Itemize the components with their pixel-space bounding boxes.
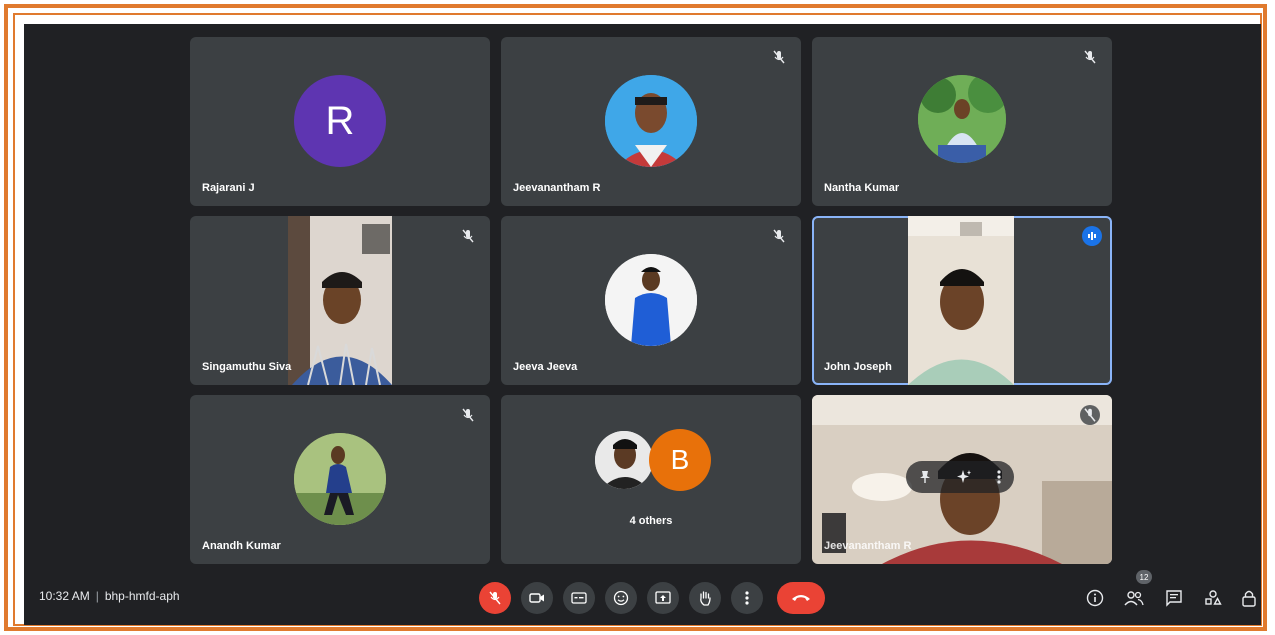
mic-off-icon — [462, 229, 474, 243]
mic-off-icon — [462, 408, 474, 422]
people-button[interactable] — [1123, 587, 1145, 609]
meeting-info: 10:32 AM | bhp-hmfd-aph — [39, 589, 180, 603]
pin-icon[interactable] — [918, 470, 932, 484]
present-icon — [655, 591, 671, 604]
host-controls-button[interactable] — [1238, 587, 1260, 609]
participant-video — [288, 216, 392, 385]
participant-name: Anandh Kumar — [202, 540, 281, 552]
info-icon — [1086, 589, 1104, 607]
participant-name: John Joseph — [824, 361, 892, 373]
avatar — [595, 431, 653, 489]
others-count-label: 4 others — [629, 515, 673, 527]
participant-tile[interactable]: Jeevanantham R — [812, 395, 1112, 564]
captions-icon — [571, 592, 587, 604]
hand-icon — [700, 591, 711, 606]
participant-name: Jeevanantham R — [513, 182, 601, 194]
separator: | — [95, 589, 99, 603]
participant-name: Jeeva Jeeva — [513, 361, 578, 373]
effects-sparkle-icon[interactable] — [956, 469, 972, 485]
avatar — [605, 254, 697, 346]
participant-photo — [605, 254, 697, 346]
chat-icon — [1166, 590, 1182, 607]
participant-tile-active[interactable]: John Joseph — [812, 216, 1112, 385]
mic-off-icon — [1080, 405, 1100, 425]
avatar-letter: B — [670, 444, 690, 475]
tile-hover-controls — [906, 461, 1014, 493]
meeting-control-bar: 10:32 AM | bhp-hmfd-aph 12 — [24, 570, 1261, 625]
speaking-indicator-icon — [1082, 226, 1102, 246]
avatar — [294, 433, 386, 525]
participant-name: Rajarani J — [202, 182, 255, 194]
video-icon — [529, 593, 544, 603]
meeting-time: 10:32 AM — [39, 589, 90, 603]
participant-video — [908, 216, 1014, 385]
participant-photo — [605, 75, 697, 167]
microphone-off-button[interactable] — [479, 582, 511, 614]
avatar-letter: R — [325, 98, 355, 143]
more-options-button[interactable] — [731, 582, 763, 614]
avatar — [918, 75, 1006, 163]
participant-tile[interactable]: Nantha Kumar — [812, 37, 1112, 206]
people-icon — [1124, 591, 1144, 606]
meeting-code: bhp-hmfd-aph — [104, 589, 180, 603]
raise-hand-button[interactable] — [689, 582, 721, 614]
activities-button[interactable] — [1202, 587, 1224, 609]
more-vert-icon — [745, 591, 749, 605]
present-button[interactable] — [647, 582, 679, 614]
leave-call-button[interactable] — [777, 582, 825, 614]
captions-button[interactable] — [563, 582, 595, 614]
participants-count-badge: 12 — [1136, 570, 1152, 584]
others-tile[interactable]: B 4 others — [501, 395, 801, 564]
mic-off-icon — [773, 229, 785, 243]
participant-tile[interactable]: Jeevanantham R — [501, 37, 801, 206]
emoji-icon — [613, 590, 629, 606]
avatar: R — [294, 75, 386, 167]
avatar: B — [649, 429, 711, 491]
camera-button[interactable] — [521, 582, 553, 614]
reactions-button[interactable] — [605, 582, 637, 614]
mic-off-icon — [489, 591, 501, 605]
mic-off-icon — [1084, 50, 1096, 64]
more-vert-icon[interactable] — [996, 469, 1002, 485]
participant-name: Nantha Kumar — [824, 182, 900, 194]
activities-icon — [1205, 590, 1222, 605]
avatar — [605, 75, 697, 167]
participant-name: Jeevanantham R — [824, 540, 912, 552]
participant-tile[interactable]: Jeeva Jeeva — [501, 216, 801, 385]
hangup-icon — [792, 595, 810, 601]
participant-tile[interactable]: Anandh Kumar — [190, 395, 490, 564]
participant-tile[interactable]: Singamuthu Siva — [190, 216, 490, 385]
mic-off-icon — [773, 50, 785, 64]
meeting-details-button[interactable] — [1084, 587, 1106, 609]
participant-tile[interactable]: R Rajarani J — [190, 37, 490, 206]
chat-button[interactable] — [1163, 587, 1185, 609]
meet-screen: R Rajarani J Jeevanantham R Nantha Kumar… — [24, 24, 1261, 625]
lock-icon — [1242, 590, 1256, 607]
participant-name: Singamuthu Siva — [202, 361, 292, 373]
participant-photo — [918, 75, 1006, 163]
participant-photo — [595, 431, 653, 489]
participant-photo — [294, 433, 386, 525]
